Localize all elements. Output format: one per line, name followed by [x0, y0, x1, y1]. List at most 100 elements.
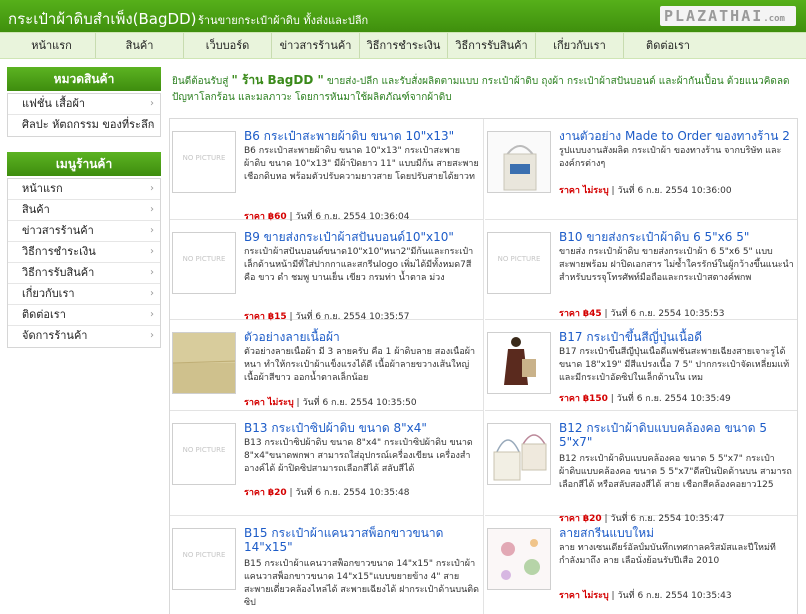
product-price: ฿45 [582, 309, 602, 319]
shop-menu-heading: เมนูร้านค้า [7, 152, 161, 176]
shop-menu-item-about[interactable]: เกี่ยวกับเรา › [8, 284, 160, 305]
product-price: ไม่ระบุ [582, 186, 609, 196]
product-card[interactable]: NO PICTURE B6 กระเป๋าสะพายผ้าดิบ ขนาด 10"… [170, 119, 484, 222]
chevron-right-icon: › [150, 225, 154, 236]
product-card[interactable]: B17 กระเป๋าขึ้นสีญี่ปุ่นเนื้อดี B17 กระเป… [485, 320, 797, 411]
product-title[interactable]: B10 ขายส่งกระเป๋าผ้าดิบ 6 5"x6 5" [559, 230, 795, 244]
product-description: ลาย ทางเซนเดียร์อัลบั้มบันทึกเทศกาลคริสม… [559, 543, 776, 566]
no-picture-text: NO PICTURE [497, 255, 541, 263]
top-nav: หน้าแรก สินค้า เว็บบอร์ด ข่าวสารร้านค้า … [0, 32, 806, 59]
shop-menu-item-payment[interactable]: วิธีการชำระเงิน › [8, 242, 160, 263]
shop-menu-item-delivery[interactable]: วิธีการรับสินค้า › [8, 263, 160, 284]
product-title[interactable]: B9 ขายส่งกระเป๋าผ้าสปันบอนด์10"x10" [244, 230, 480, 244]
product-card[interactable]: NO PICTURE B9 ขายส่งกระเป๋าผ้าสปันบอนด์10… [170, 220, 484, 322]
product-grid: NO PICTURE B6 กระเป๋าสะพายผ้าดิบ ขนาด 10"… [169, 118, 798, 614]
product-title[interactable]: ลายสกรีนแบบใหม่ [559, 526, 795, 540]
product-description: ตัวอย่างลายเนื้อผ้า มี 3 ลายครับ คือ 1 ผ… [244, 347, 476, 383]
site-header: กระเป๋าผ้าดิบสำเพ็ง(BagDD) ร้านขายกระเป๋… [0, 0, 806, 32]
shop-menu-item-label: จัดการร้านค้า [22, 329, 88, 342]
categories-heading: หมวดสินค้า [7, 67, 161, 91]
product-meta: ราคา ไม่ระบุ | วันที่ 6 ก.ย. 2554 10:35:… [244, 398, 417, 408]
product-date: 6 ก.ย. 2554 10:35:48 [315, 488, 410, 498]
shop-menu-item-products[interactable]: สินค้า › [8, 200, 160, 221]
product-card[interactable]: ลายสกรีนแบบใหม่ลาย ทางเซนเดียร์อัลบั้มบั… [485, 516, 797, 614]
product-title[interactable]: งานตัวอย่าง Made to Order ของทางร้าน 2 [559, 129, 795, 143]
product-thumbnail[interactable]: NO PICTURE [172, 232, 236, 294]
shop-menu-item-manage[interactable]: จัดการร้านค้า › [8, 326, 160, 347]
product-title[interactable]: B15 กระเป๋าผ้าแคนวาสพ็อกขาวขนาด 14"x15" [244, 526, 480, 554]
date-label: วันที่ [610, 309, 628, 319]
fabric-sample-image [173, 333, 235, 393]
product-card[interactable]: NO PICTURE B10 ขายส่งกระเป๋าผ้าดิบ 6 5"x6… [485, 220, 797, 320]
product-meta: ราคา ไม่ระบุ | วันที่ 6 ก.ย. 2554 10:36:… [559, 186, 732, 196]
product-thumbnail[interactable]: NO PICTURE [172, 423, 236, 485]
product-card[interactable]: งานตัวอย่าง Made to Order ของทางร้าน 2 รู… [485, 119, 797, 220]
shop-menu-item-label: วิธีการชำระเงิน [22, 245, 96, 258]
product-description: B13 กระเป๋าซิปผ้าดิบ ขนาด 8"x4" กระเป๋าซ… [244, 438, 473, 474]
neck-pouch-image [488, 424, 550, 484]
product-thumbnail[interactable]: NO PICTURE [172, 131, 236, 193]
chevron-right-icon: › [150, 246, 154, 257]
product-thumbnail[interactable] [172, 332, 236, 394]
shop-menu-item-label: หน้าแรก [22, 182, 63, 195]
product-description: รูปแบบงานสั่งผลิต กระเป๋าผ้า ของทางร้าน … [559, 146, 782, 169]
shop-menu-item-news[interactable]: ข่าวสารร้านค้า › [8, 221, 160, 242]
product-title[interactable]: B6 กระเป๋าสะพายผ้าดิบ ขนาด 10"x13" [244, 129, 480, 143]
category-item-fashion[interactable]: แฟชั่น เสื้อผ้า › [8, 94, 160, 115]
product-card[interactable]: ตัวอย่างลายเนื้อผ้าตัวอย่างลายเนื้อผ้า ม… [170, 320, 484, 411]
chevron-right-icon: › [150, 330, 154, 341]
price-label: ราคา [244, 488, 265, 498]
product-price: ไม่ระบุ [582, 591, 609, 601]
chevron-right-icon: › [150, 183, 154, 194]
welcome-prefix: ยินดีต้อนรับสู่ [172, 76, 229, 87]
product-card[interactable]: B12 กระเป๋าผ้าดิบแบบคล้องคอ ขนาด 5 5"x7"… [485, 411, 797, 524]
product-thumbnail[interactable]: NO PICTURE [172, 528, 236, 590]
product-meta: ราคา ฿20 | วันที่ 6 ก.ย. 2554 10:35:48 [244, 488, 410, 498]
shop-menu-item-home[interactable]: หน้าแรก › [8, 179, 160, 200]
product-thumbnail[interactable] [487, 332, 551, 394]
product-card[interactable]: NO PICTURE B13 กระเป๋าซิปผ้าดิบ ขนาด 8"x4… [170, 411, 484, 516]
product-thumbnail[interactable] [487, 131, 551, 193]
top-nav-news[interactable]: ข่าวสารร้านค้า [272, 33, 360, 58]
price-label: ราคา [559, 186, 580, 196]
product-date: 6 ก.ย. 2554 10:35:49 [636, 394, 731, 404]
top-nav-home[interactable]: หน้าแรก [8, 33, 96, 58]
plazathai-logo[interactable]: PLAZATHAI.com [660, 6, 796, 26]
product-title[interactable]: B12 กระเป๋าผ้าดิบแบบคล้องคอ ขนาด 5 5"x7" [559, 421, 795, 449]
top-nav-about[interactable]: เกี่ยวกับเรา [536, 33, 624, 58]
product-title[interactable]: ตัวอย่างลายเนื้อผ้า [244, 330, 480, 344]
top-nav-contact[interactable]: ติดต่อเรา [624, 33, 712, 58]
category-item-crafts[interactable]: ศิลปะ หัตถกรรม ของที่ระลึก › [8, 115, 160, 136]
product-description: ขายส่ง กระเป๋าผ้าดิบ ขายส่งกระเป๋าผ้า 6 … [559, 247, 794, 283]
top-nav-products[interactable]: สินค้า [96, 33, 184, 58]
chevron-right-icon: › [150, 288, 154, 299]
product-description: B17 กระเป๋าขึ้นสีญี่ปุ่นเนื้อดีแฟชั่นสะพ… [559, 347, 790, 383]
product-title[interactable]: B13 กระเป๋าซิปผ้าดิบ ขนาด 8"x4" [244, 421, 480, 435]
shop-menu-list: หน้าแรก › สินค้า › ข่าวสารร้านค้า › วิธีการ… [7, 178, 161, 348]
shop-menu-item-label: ข่าวสารร้านค้า [22, 224, 94, 237]
categories-list: แฟชั่น เสื้อผ้า › ศิลปะ หัตถกรรม ของที่ระ… [7, 93, 161, 137]
product-price: ไม่ระบุ [267, 398, 294, 408]
no-picture-text: NO PICTURE [182, 154, 226, 162]
date-label: วันที่ [302, 398, 320, 408]
product-thumbnail[interactable] [487, 423, 551, 485]
top-nav-payment[interactable]: วิธีการชำระเงิน [360, 33, 448, 58]
product-date: 6 ก.ย. 2554 10:36:00 [637, 186, 732, 196]
product-thumbnail[interactable] [487, 528, 551, 590]
plazathai-logo-suffix: .com [763, 14, 785, 24]
shop-menu-item-label: วิธีการรับสินค้า [22, 266, 95, 279]
product-card[interactable]: NO PICTURE B15 กระเป๋าผ้าแคนวาสพ็อกขาวขนา… [170, 516, 484, 614]
product-title[interactable]: B17 กระเป๋าขึ้นสีญี่ปุ่นเนื้อดี [559, 330, 795, 344]
shop-menu-item-label: ติดต่อเรา [22, 308, 66, 321]
plazathai-logo-text: PLAZATHAI [664, 7, 764, 25]
product-description: B12 กระเป๋าผ้าดิบแบบคล้องคอ ขนาด 5 5"x7"… [559, 454, 792, 490]
product-date: 6 ก.ย. 2554 10:35:50 [322, 398, 417, 408]
chevron-right-icon: › [150, 204, 154, 215]
product-thumbnail[interactable]: NO PICTURE [487, 232, 551, 294]
top-nav-delivery[interactable]: วิธีการรับสินค้า [448, 33, 536, 58]
product-description: กระเป๋าผ้าสปันบอนด์ขนาด10"x10"หนา2"มีก้น… [244, 247, 474, 283]
top-nav-webboard[interactable]: เว็บบอร์ด [184, 33, 272, 58]
no-picture-text: NO PICTURE [182, 446, 226, 454]
shop-menu-item-contact[interactable]: ติดต่อเรา › [8, 305, 160, 326]
site-title[interactable]: กระเป๋าผ้าดิบสำเพ็ง(BagDD) [8, 7, 196, 31]
